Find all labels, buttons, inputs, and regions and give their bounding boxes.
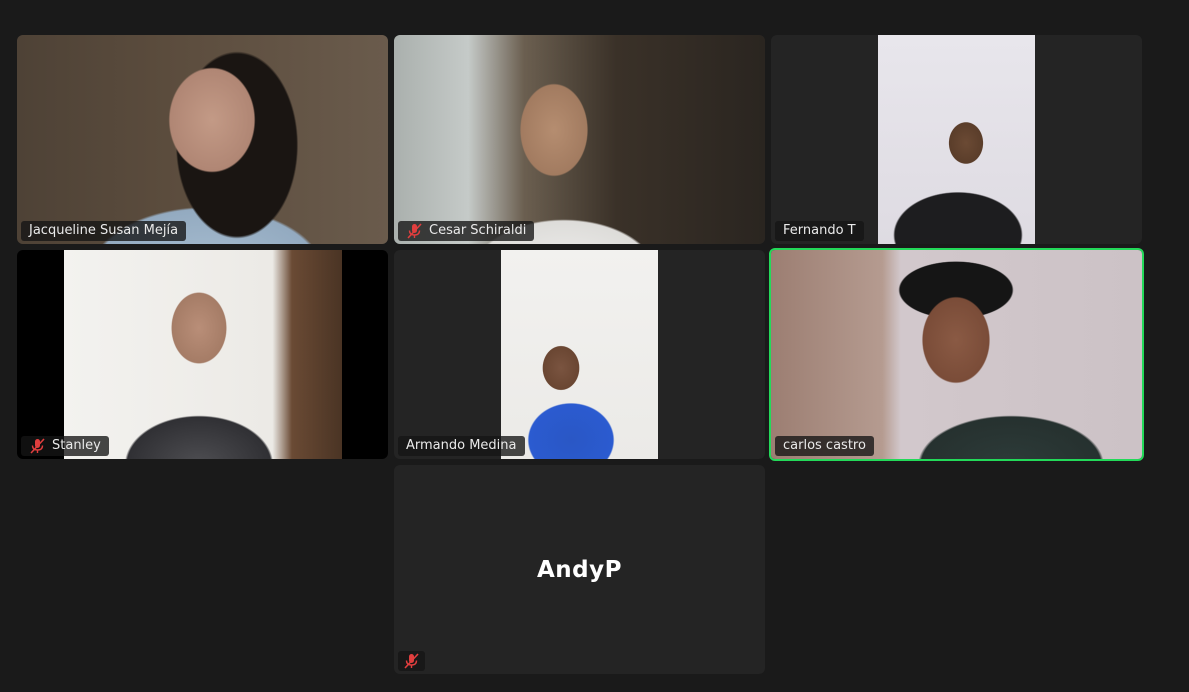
participant-tile-carlos-active-speaker[interactable]: carlos castro xyxy=(769,248,1144,461)
participant-tile-andyp[interactable]: AndyP xyxy=(394,465,765,674)
participant-name: Stanley xyxy=(52,438,101,453)
participant-name-tag: Stanley xyxy=(21,436,109,456)
participant-video xyxy=(394,35,765,244)
participant-name: Jacqueline Susan Mejía xyxy=(29,223,179,238)
mic-muted-icon xyxy=(404,653,419,669)
participant-name-tag: Armando Medina xyxy=(398,436,525,456)
participant-name-tag: Fernando T xyxy=(775,221,864,241)
participant-tile-fernando[interactable]: Fernando T xyxy=(771,35,1142,244)
participant-name-tag xyxy=(398,651,425,671)
participant-tile-stanley[interactable]: Stanley xyxy=(17,250,388,459)
participant-tile-cesar[interactable]: Cesar Schiraldi xyxy=(394,35,765,244)
mic-muted-icon xyxy=(30,438,45,454)
video-gallery: Jacqueline Susan Mejía Cesar Schiraldi F… xyxy=(0,0,1189,692)
participant-video xyxy=(64,250,342,459)
participant-video xyxy=(17,35,388,244)
participant-video xyxy=(501,250,658,459)
participant-name: Fernando T xyxy=(783,223,856,238)
participant-name: Armando Medina xyxy=(406,438,517,453)
participant-tile-jacqueline[interactable]: Jacqueline Susan Mejía xyxy=(17,35,388,244)
participant-name-tag: carlos castro xyxy=(775,436,874,456)
participant-name: carlos castro xyxy=(783,438,866,453)
participant-name-tag: Cesar Schiraldi xyxy=(398,221,535,241)
mic-muted-icon xyxy=(407,223,422,239)
participant-video xyxy=(878,35,1035,244)
participant-name-placeholder: AndyP xyxy=(537,556,622,583)
participant-name-tag: Jacqueline Susan Mejía xyxy=(21,221,187,241)
participant-video xyxy=(771,250,1142,459)
participant-name: Cesar Schiraldi xyxy=(429,223,527,238)
participant-tile-armando[interactable]: Armando Medina xyxy=(394,250,765,459)
